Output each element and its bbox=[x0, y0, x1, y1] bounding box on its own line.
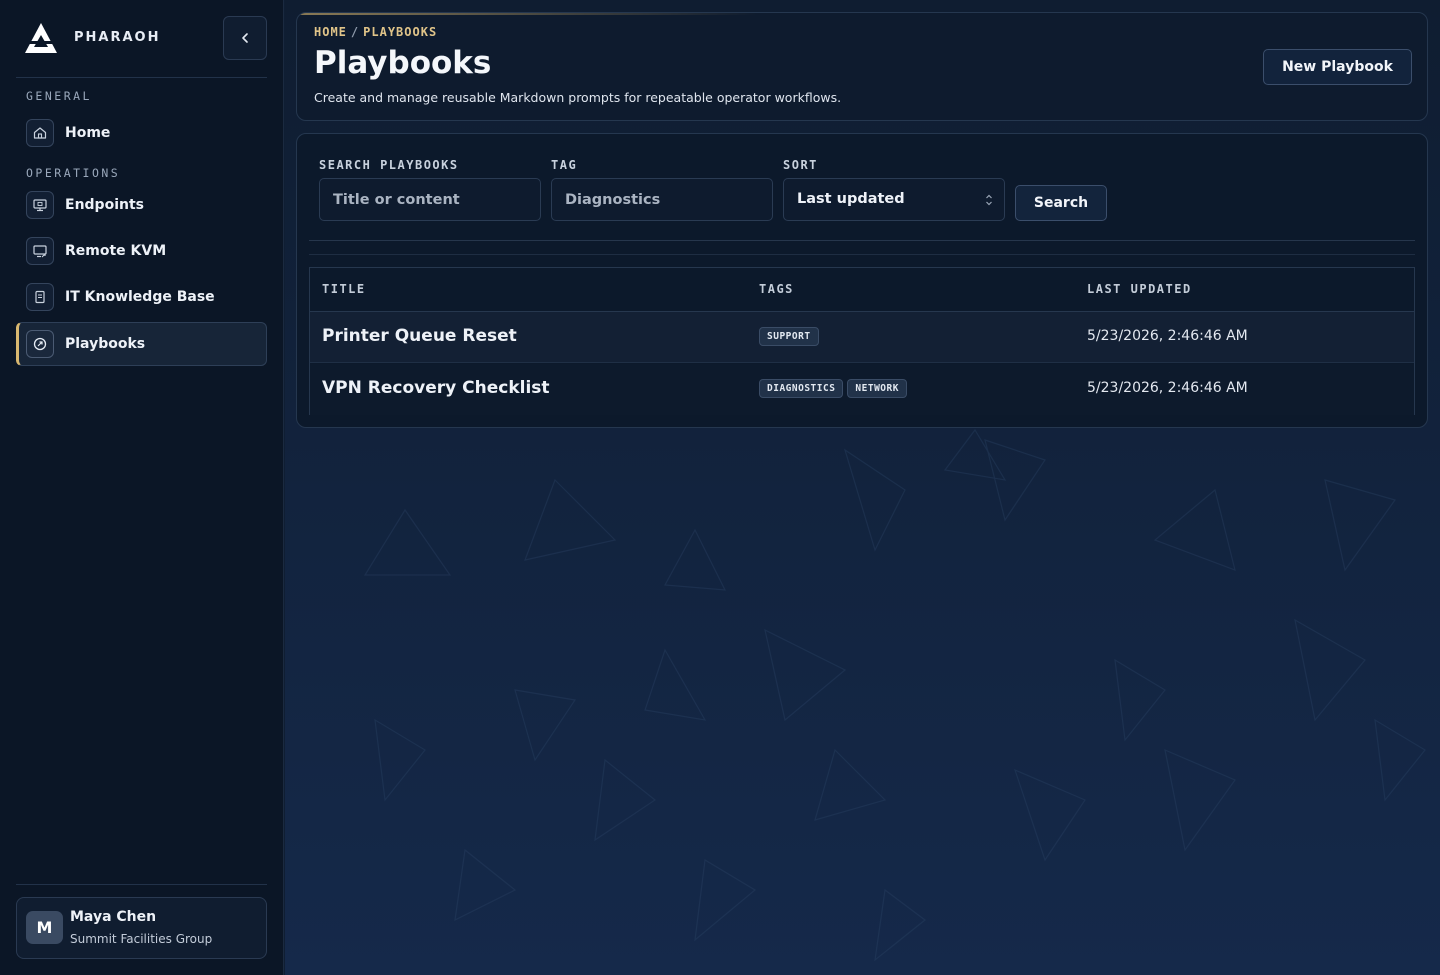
background-pattern bbox=[363, 428, 1426, 962]
section-label-general: GENERAL bbox=[26, 89, 92, 103]
sidebar-item-endpoints[interactable]: Endpoints bbox=[16, 183, 267, 227]
tag-list: DIAGNOSTICS NETWORK bbox=[759, 379, 907, 398]
table-header: TITLE TAGS LAST UPDATED bbox=[310, 268, 1414, 312]
last-updated-cell: 5/23/2026, 2:46:46 AM bbox=[1087, 328, 1248, 344]
sidebar-item-remote-kvm[interactable]: Remote KVM bbox=[16, 229, 267, 273]
brand-name: PHARAOH bbox=[74, 30, 161, 45]
sidebar-item-label: Playbooks bbox=[65, 336, 146, 352]
new-playbook-button[interactable]: New Playbook bbox=[1263, 49, 1412, 85]
column-header-tags: TAGS bbox=[759, 282, 794, 296]
table-row[interactable]: VPN Recovery Checklist DIAGNOSTICS NETWO… bbox=[310, 364, 1414, 415]
sidebar-item-playbooks[interactable]: Playbooks bbox=[16, 322, 267, 366]
page-title: Playbooks bbox=[314, 45, 492, 81]
book-icon bbox=[26, 283, 54, 311]
avatar: M bbox=[26, 911, 63, 944]
sidebar-item-label: Endpoints bbox=[65, 197, 144, 213]
header-accent bbox=[297, 13, 757, 15]
tag-badge: DIAGNOSTICS bbox=[759, 379, 844, 398]
column-header-title[interactable]: TITLE bbox=[322, 282, 366, 296]
divider bbox=[309, 254, 1415, 255]
chevron-left-icon bbox=[242, 33, 248, 43]
sidebar-item-label: IT Knowledge Base bbox=[65, 289, 215, 305]
collapse-sidebar-button[interactable] bbox=[223, 16, 267, 60]
chevron-up-down-icon bbox=[986, 194, 992, 206]
divider bbox=[309, 240, 1415, 241]
sort-label: SORT bbox=[783, 158, 818, 172]
main-content: HOME / PLAYBOOKS Playbooks Create and mana… bbox=[285, 0, 1440, 975]
page-subtitle: Create and manage reusable Markdown prom… bbox=[314, 90, 842, 105]
playbook-title-link[interactable]: VPN Recovery Checklist bbox=[322, 378, 550, 398]
sidebar-item-home[interactable]: Home bbox=[16, 111, 267, 155]
pyramid-logo-icon bbox=[25, 23, 57, 53]
breadcrumb: HOME / PLAYBOOKS bbox=[314, 25, 437, 39]
sidebar-item-label: Home bbox=[65, 125, 111, 141]
user-card[interactable]: M Maya Chen Summit Facilities Group bbox=[16, 897, 267, 959]
table-row[interactable]: Printer Queue Reset SUPPORT 5/23/2026, 2… bbox=[310, 312, 1414, 363]
tag-list: SUPPORT bbox=[759, 327, 819, 346]
sidebar: PHARAOH GENERAL Home OPERATIONS Endpoint… bbox=[0, 0, 284, 975]
playbooks-table: TITLE TAGS LAST UPDATED Printer Queue Re… bbox=[309, 267, 1415, 415]
breadcrumb-current: PLAYBOOKS bbox=[363, 25, 438, 39]
home-icon bbox=[26, 119, 54, 147]
tag-input[interactable] bbox=[551, 178, 773, 221]
sidebar-item-label: Remote KVM bbox=[65, 243, 167, 259]
divider bbox=[16, 884, 267, 885]
sort-select-value: Last updated bbox=[797, 191, 905, 207]
section-label-operations: OPERATIONS bbox=[26, 166, 121, 180]
tag-label: TAG bbox=[551, 158, 578, 172]
sidebar-item-knowledge-base[interactable]: IT Knowledge Base bbox=[16, 275, 267, 319]
monitor-icon bbox=[26, 191, 54, 219]
breadcrumb-separator: / bbox=[350, 25, 360, 39]
user-name: Maya Chen bbox=[70, 909, 157, 925]
sort-select[interactable]: Last updated bbox=[783, 178, 1005, 221]
search-label: SEARCH PLAYBOOKS bbox=[319, 158, 459, 172]
page-header: HOME / PLAYBOOKS Playbooks Create and mana… bbox=[296, 12, 1428, 121]
search-input[interactable] bbox=[319, 178, 541, 221]
user-organization: Summit Facilities Group bbox=[70, 932, 213, 946]
playbook-icon bbox=[26, 330, 54, 358]
remote-screen-icon bbox=[26, 237, 54, 265]
tag-badge: NETWORK bbox=[847, 379, 907, 398]
column-header-last-updated[interactable]: LAST UPDATED bbox=[1087, 282, 1192, 296]
search-button[interactable]: Search bbox=[1015, 185, 1107, 221]
last-updated-cell: 5/23/2026, 2:46:46 AM bbox=[1087, 380, 1248, 396]
playbook-title-link[interactable]: Printer Queue Reset bbox=[322, 326, 517, 346]
tag-badge: SUPPORT bbox=[759, 327, 819, 346]
brand: PHARAOH bbox=[16, 16, 267, 78]
breadcrumb-home-link[interactable]: HOME bbox=[314, 25, 347, 39]
playbook-list-panel: SEARCH PLAYBOOKS TAG SORT Last updated S… bbox=[296, 133, 1428, 428]
